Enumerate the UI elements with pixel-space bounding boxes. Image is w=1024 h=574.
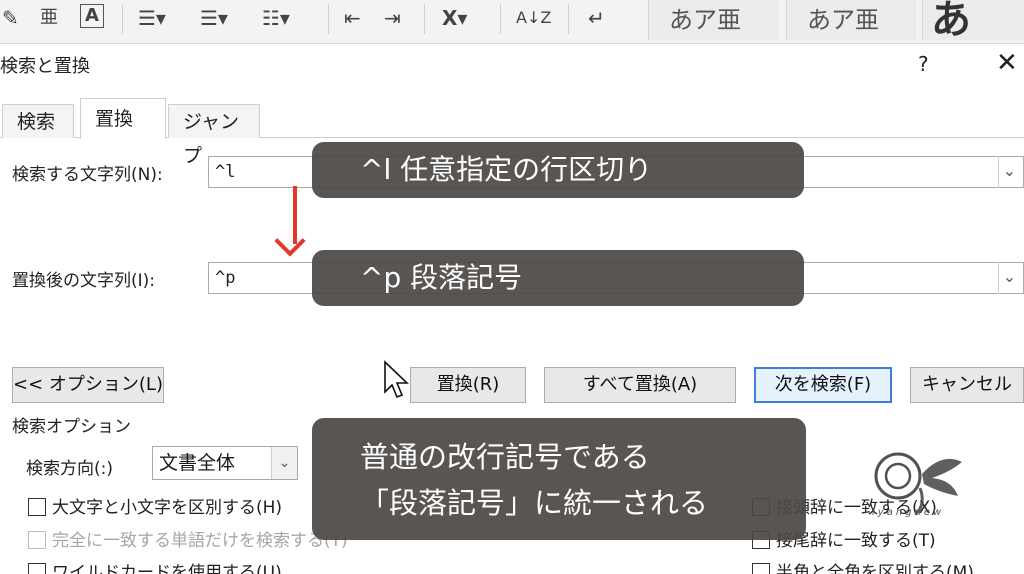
- char-border-icon[interactable]: A: [80, 4, 104, 28]
- caption-paragraph-mark: ^p 段落記号: [312, 250, 804, 306]
- ruby-icon[interactable]: 亜: [40, 4, 58, 32]
- options-toggle-button[interactable]: << オプション(L): [12, 367, 164, 403]
- ribbon-divider: [568, 4, 569, 34]
- find-history-dropdown[interactable]: ⌄: [998, 156, 1020, 188]
- cancel-button[interactable]: キャンセル: [910, 367, 1024, 403]
- chevron-down-icon: ⌄: [271, 447, 297, 479]
- red-arrow-head: [274, 225, 306, 257]
- match-width-checkbox[interactable]: 半角と全角を区別する(M): [752, 558, 974, 574]
- search-direction-label: 検索方向(:): [26, 459, 113, 479]
- search-direction-value: 文書全体: [159, 452, 236, 474]
- decrease-indent-icon[interactable]: ⇤: [344, 4, 361, 32]
- tab-replace[interactable]: 置換: [80, 98, 166, 139]
- caption-explanation: 普通の改行記号である 「段落記号」に統一される: [312, 418, 806, 540]
- show-marks-icon[interactable]: ↵: [588, 4, 605, 32]
- watermark-text: iyangnew: [872, 507, 945, 518]
- bullet-list-icon[interactable]: ☰▾: [138, 4, 166, 32]
- replace-label: 置換後の文字列(I):: [12, 271, 156, 291]
- help-button[interactable]: ?: [918, 52, 929, 76]
- multilevel-list-icon[interactable]: ☷▾: [262, 4, 290, 32]
- ribbon-toolbar: ✎ 亜 A ☰▾ ☰▾ ☷▾ ⇤ ⇥ X▾ A↓Z ↵ あア亜 あア亜 あ: [0, 0, 1024, 44]
- find-label: 検索する文字列(N):: [12, 165, 163, 185]
- text-direction-icon[interactable]: X▾: [442, 4, 467, 32]
- caption-text-line1: 普通の改行記号である: [360, 440, 650, 474]
- format-painter-icon[interactable]: ✎: [2, 4, 19, 32]
- replace-button[interactable]: 置換(R): [410, 367, 526, 403]
- caption-text-line2: 「段落記号」に統一される: [360, 486, 709, 520]
- caption-text: ^p 段落記号: [360, 261, 523, 294]
- wildcard-checkbox[interactable]: ワイルドカードを使用する(U): [28, 558, 282, 574]
- tab-goto[interactable]: ジャンプ: [168, 104, 260, 167]
- checkbox-label: 完全に一致する単語だけを検索する(Y): [52, 531, 348, 551]
- tab-find[interactable]: 検索: [2, 104, 74, 138]
- style-gallery-item[interactable]: あア亜: [786, 0, 916, 40]
- checkbox-label: 大文字と小文字を区別する(H): [52, 498, 283, 518]
- search-options-heading: 検索オプション: [12, 417, 131, 437]
- ribbon-divider: [500, 4, 501, 34]
- mouse-pointer-icon: [384, 360, 409, 399]
- find-next-button[interactable]: 次を検索(F): [754, 367, 892, 403]
- checkbox-box[interactable]: [28, 563, 46, 574]
- close-button[interactable]: ✕: [996, 48, 1018, 78]
- replace-history-dropdown[interactable]: ⌄: [998, 262, 1020, 294]
- checkbox-box[interactable]: [752, 563, 770, 574]
- checkbox-box[interactable]: [28, 498, 46, 516]
- caption-text: ^l 任意指定の行区切り: [360, 153, 653, 186]
- search-direction-select[interactable]: 文書全体 ⌄: [152, 446, 298, 480]
- sort-icon[interactable]: A↓Z: [516, 4, 551, 32]
- checkbox-label: 半角と全角を区別する(M): [776, 563, 974, 574]
- increase-indent-icon[interactable]: ⇥: [384, 4, 401, 32]
- ribbon-divider: [424, 4, 425, 34]
- match-case-checkbox[interactable]: 大文字と小文字を区別する(H): [28, 493, 282, 518]
- checkbox-label: ワイルドカードを使用する(U): [52, 563, 282, 574]
- checkbox-box: [28, 531, 46, 549]
- caption-line-break: ^l 任意指定の行区切り: [312, 142, 804, 198]
- ribbon-divider: [122, 4, 123, 34]
- dialog-title: 検索と置換: [0, 56, 90, 77]
- whole-word-checkbox: 完全に一致する単語だけを検索する(Y): [28, 526, 348, 551]
- replace-all-button[interactable]: すべて置換(A): [544, 367, 736, 403]
- style-gallery-item[interactable]: あ: [922, 0, 1024, 40]
- ribbon-divider: [328, 4, 329, 34]
- find-value: ^l: [215, 162, 236, 182]
- style-gallery-item[interactable]: あア亜: [648, 0, 778, 40]
- replace-value: ^p: [215, 268, 236, 288]
- numbered-list-icon[interactable]: ☰▾: [200, 4, 228, 32]
